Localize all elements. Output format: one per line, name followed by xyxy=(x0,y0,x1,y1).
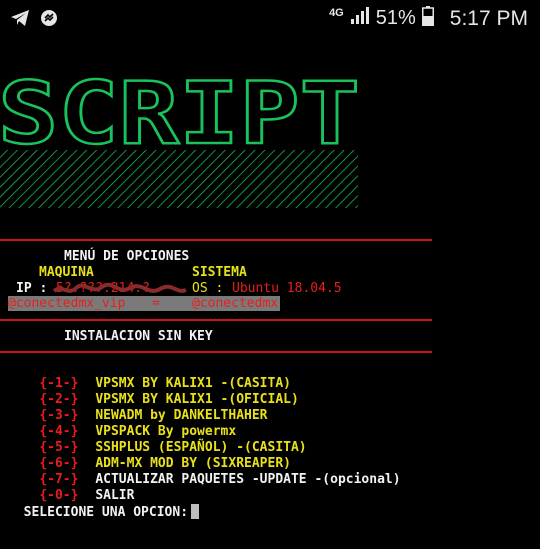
sistema-label: SISTEMA xyxy=(192,265,247,280)
battery-icon xyxy=(421,6,434,31)
credits-separator: = xyxy=(152,296,160,311)
clock: 5:17 PM xyxy=(449,6,528,30)
credits-left: @conectedmx_vip xyxy=(8,296,126,311)
divider xyxy=(0,351,432,353)
divider xyxy=(0,239,432,241)
os-label: OS : xyxy=(192,281,224,296)
section-title: INSTALACION SIN KEY xyxy=(64,329,213,344)
divider xyxy=(0,319,432,321)
status-bar: 4G 51% 5:17 PM xyxy=(0,0,540,38)
script-banner-logo: SCRIPT xyxy=(0,63,361,208)
menu-title: MENÚ DE OPCIONES xyxy=(64,249,190,264)
network-type: 4G xyxy=(329,6,344,19)
telegram-icon xyxy=(10,9,30,32)
credits-right: @conectedmx xyxy=(192,296,279,311)
text-cursor xyxy=(191,504,200,519)
command-prompt[interactable]: SELECIONE UNA OPCION: xyxy=(8,488,200,521)
signal-icon xyxy=(350,7,370,30)
notification-icon xyxy=(40,9,58,32)
svg-text:SCRIPT: SCRIPT xyxy=(0,64,360,164)
prompt-label: SELECIONE UNA OPCION: xyxy=(23,505,189,520)
ip-label: IP : xyxy=(16,281,48,296)
os-value: Ubuntu 18.04.5 xyxy=(232,281,342,296)
maquina-label: MAQUINA xyxy=(39,265,94,280)
battery-percent: 51% xyxy=(375,7,416,29)
